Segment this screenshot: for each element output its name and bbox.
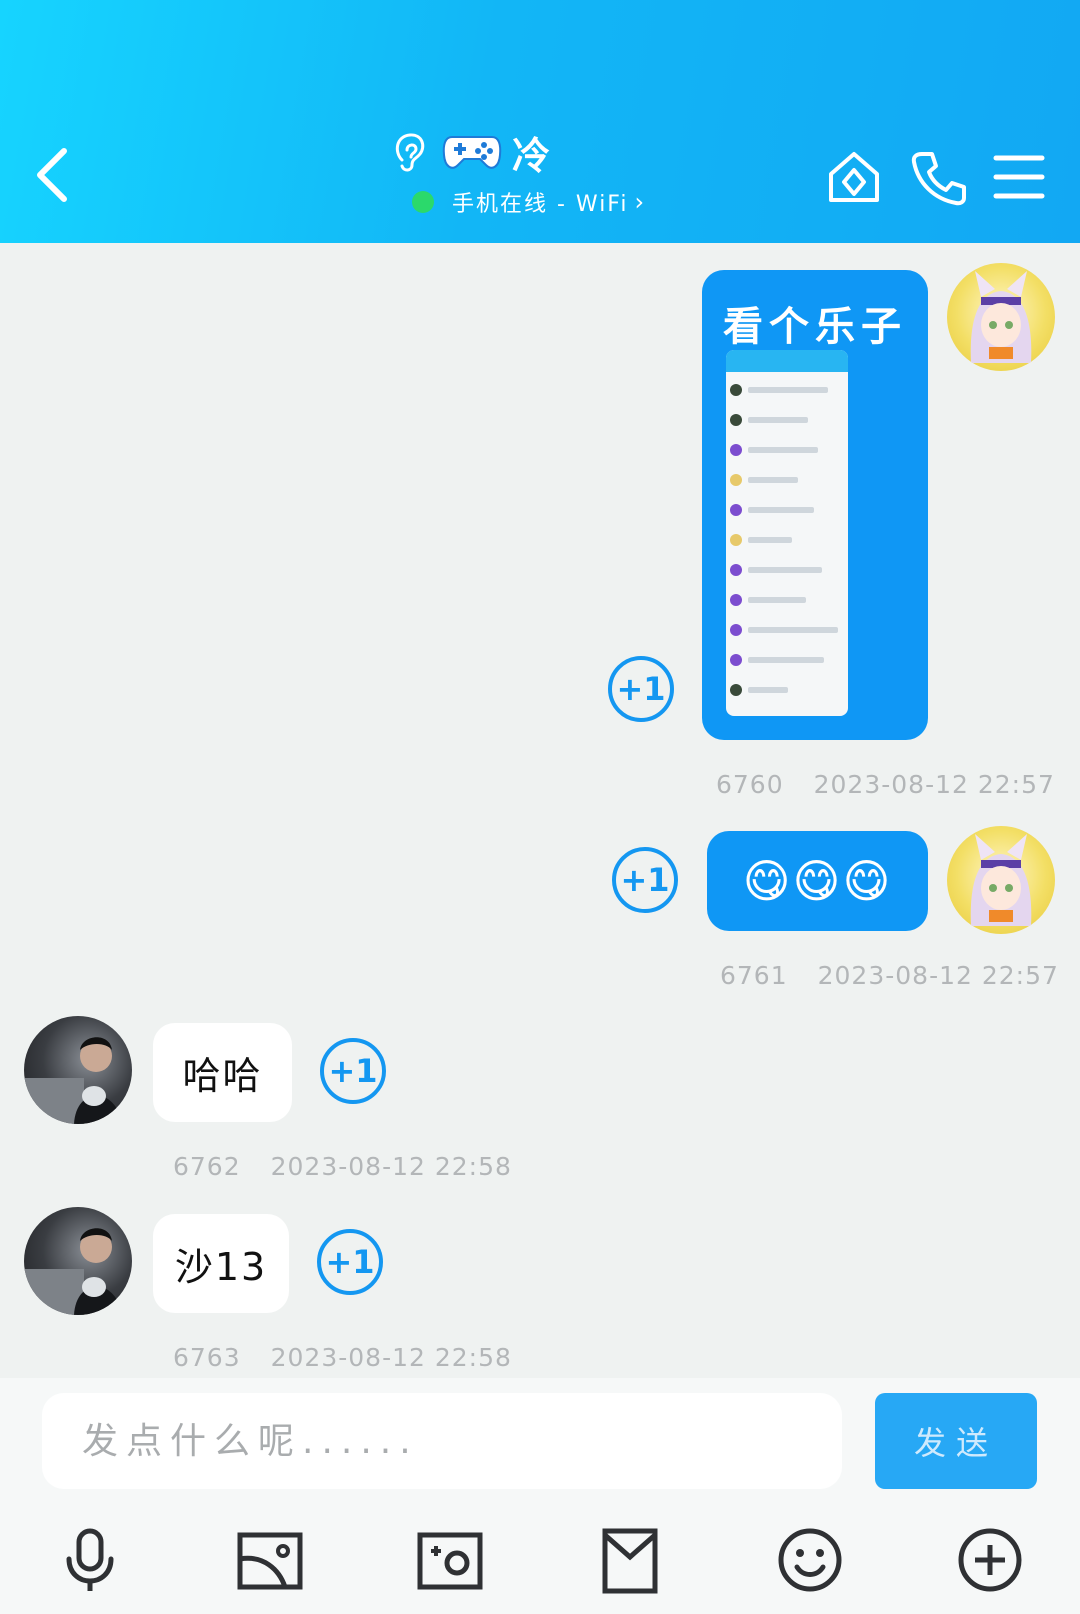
home-icon[interactable] <box>825 148 883 206</box>
contact-name: 冷 <box>512 133 551 178</box>
thumbnail-row <box>730 472 798 488</box>
plus-one-button[interactable]: +1 <box>608 656 674 722</box>
message-meta: 6762 2023-08-12 22:58 <box>173 1152 512 1181</box>
anime-avatar-icon <box>970 834 1032 926</box>
camera-icon[interactable] <box>415 1525 485 1595</box>
chat-title-area[interactable]: 冷 手机在线 - WiFi › <box>390 126 690 217</box>
message-input[interactable] <box>82 1420 842 1462</box>
message-number: 6761 <box>720 961 788 990</box>
message-bubble[interactable]: 沙13 <box>153 1214 289 1313</box>
thumbnail-row <box>730 382 828 398</box>
thumbnail-row <box>730 442 818 458</box>
message-timestamp: 2023-08-12 22:58 <box>270 1152 512 1181</box>
contact-avatar[interactable] <box>24 1016 132 1124</box>
menu-icon[interactable] <box>990 148 1048 206</box>
gamepad-icon <box>442 136 502 169</box>
red-packet-icon[interactable] <box>595 1525 665 1595</box>
thumbnail-row <box>730 532 792 548</box>
message-number: 6762 <box>173 1152 241 1181</box>
plus-one-button[interactable]: +1 <box>612 847 678 913</box>
phone-icon[interactable] <box>910 148 968 206</box>
chat-screenshot-thumbnail[interactable] <box>726 350 848 716</box>
message-bubble[interactable]: 😋😋😋 <box>707 831 928 931</box>
thumbnail-row <box>730 412 808 428</box>
message-timestamp: 2023-08-12 22:57 <box>817 961 1059 990</box>
thumbnail-row <box>730 502 814 518</box>
message-text: 沙13 <box>174 1245 268 1289</box>
message-meta: 6761 2023-08-12 22:57 <box>720 961 1059 990</box>
back-icon[interactable] <box>30 145 74 205</box>
message-text: 😋😋😋 <box>742 854 893 908</box>
message-timestamp: 2023-08-12 22:58 <box>270 1343 512 1372</box>
thumbnail-header-bar <box>726 350 848 372</box>
thumbnail-row <box>730 562 822 578</box>
message-number: 6763 <box>173 1343 241 1372</box>
my-avatar[interactable] <box>947 263 1055 371</box>
thumbnail-row <box>730 592 806 608</box>
online-status-text: 手机在线 - WiFi <box>452 192 629 217</box>
anime-avatar-icon <box>970 271 1032 363</box>
image-icon[interactable] <box>235 1525 305 1595</box>
message-text: 哈哈 <box>182 1054 263 1098</box>
thumbnail-row <box>730 682 788 698</box>
message-meta: 6763 2023-08-12 22:58 <box>173 1343 512 1372</box>
thumbnail-row <box>730 652 824 668</box>
message-input-box[interactable] <box>42 1393 842 1489</box>
plus-one-button[interactable]: +1 <box>317 1229 383 1295</box>
online-status-dot <box>412 191 434 213</box>
chat-header: 冷 手机在线 - WiFi › <box>0 0 1080 243</box>
contact-avatar[interactable] <box>24 1207 132 1315</box>
person-photo-icon <box>24 1037 122 1124</box>
message-timestamp: 2023-08-12 22:57 <box>813 770 1055 799</box>
person-photo-icon <box>24 1228 122 1315</box>
plus-icon[interactable] <box>955 1525 1025 1595</box>
message-number: 6760 <box>716 770 784 799</box>
chevron-right-icon: › <box>634 188 645 216</box>
my-avatar[interactable] <box>947 826 1055 934</box>
thumbnail-row <box>730 622 838 638</box>
microphone-icon[interactable] <box>55 1525 125 1595</box>
send-button[interactable]: 发送 <box>875 1393 1037 1489</box>
message-bubble[interactable]: 哈哈 <box>153 1023 292 1122</box>
ear-icon <box>395 133 425 172</box>
plus-one-button[interactable]: +1 <box>320 1038 386 1104</box>
message-meta: 6760 2023-08-12 22:57 <box>716 770 1055 799</box>
emoji-icon[interactable] <box>775 1525 845 1595</box>
message-text: 看个乐子 <box>723 304 907 350</box>
